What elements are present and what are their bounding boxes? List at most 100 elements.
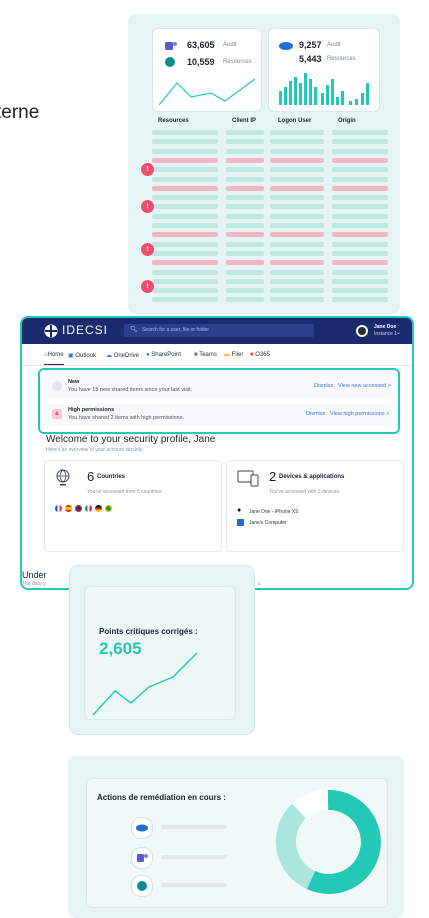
table-cell — [152, 278, 218, 284]
device-item-computer[interactable]: Jane's Computer — [249, 520, 287, 526]
table-cell — [226, 260, 264, 266]
alert-new-dismiss[interactable]: Dismiss — [314, 383, 333, 389]
flag-uk-icon — [75, 505, 82, 512]
remediation-bar-2 — [161, 855, 227, 859]
devices-label: Devices & applications — [279, 474, 345, 480]
table-cell — [226, 167, 264, 173]
resources-value: 10,559 — [187, 57, 215, 67]
table-cell — [332, 167, 388, 173]
under-title: Under — [22, 570, 47, 580]
table-cell — [332, 269, 388, 275]
warning-badge-icon[interactable]: ! — [141, 163, 154, 176]
warning-icon: ▲ — [52, 409, 62, 419]
alerts-box: New You have 15 new shared items since y… — [38, 368, 400, 434]
device-item-iphone[interactable]: Jane Doe - iPhone XS — [249, 509, 298, 515]
resources-value-2: 5,443 — [299, 54, 322, 64]
table-cell — [226, 269, 264, 275]
table-cell — [152, 269, 218, 275]
nav-onedrive[interactable]: ☁ OneDrive — [106, 352, 139, 359]
chevron-down-icon[interactable]: ⌄ — [396, 329, 401, 336]
remediation-panel: Actions de remédiation en cours : — [68, 756, 404, 918]
table-cell — [152, 185, 218, 191]
table-cell — [270, 204, 324, 210]
remediation-title: Actions de remédiation en cours : — [97, 793, 226, 802]
under-tail: s — [258, 581, 261, 587]
office-icon: ■ — [250, 352, 254, 358]
remediation-donut-chart — [275, 789, 381, 894]
table-cell — [270, 288, 324, 294]
table-cell — [270, 241, 324, 247]
onedrive-action-icon — [131, 817, 153, 839]
table-cell — [270, 278, 324, 284]
table-cell — [332, 176, 388, 182]
table-cell — [226, 157, 264, 163]
teams-action-icon — [131, 847, 153, 869]
table-cell — [332, 297, 388, 303]
table-cell — [270, 130, 324, 135]
countries-card[interactable]: 6 Countries You've accessed from 6 count… — [44, 460, 222, 552]
table-cell — [270, 223, 324, 228]
teams-icon — [165, 42, 177, 50]
table-cell — [332, 185, 388, 191]
table-cell — [152, 213, 218, 219]
table-cell — [332, 260, 388, 266]
app-logo-text: IDECSI — [62, 323, 109, 337]
table-cell — [152, 297, 218, 303]
table-cell — [226, 223, 264, 228]
audit-line-chart — [159, 78, 255, 106]
welcome-subtitle: Here's an overview of your account secur… — [46, 447, 143, 453]
remediation-card: Actions de remédiation en cours : — [86, 778, 388, 908]
col-logon-user: Logon User — [278, 118, 312, 124]
welcome-title: Welcome to your security profile, Jane — [46, 434, 216, 445]
table-cell — [226, 148, 264, 154]
table-cell — [270, 167, 324, 173]
search-icon: 🔍︎ — [130, 327, 138, 333]
avatar[interactable] — [356, 325, 368, 337]
table-cell — [226, 297, 264, 303]
table-cell — [270, 148, 324, 154]
table-cell — [270, 195, 324, 201]
warning-badge-icon[interactable]: ! — [141, 280, 154, 293]
remediation-bar-1 — [161, 825, 227, 829]
warning-badge-icon[interactable]: ! — [141, 200, 154, 213]
idecsi-logo-icon — [44, 324, 58, 338]
points-card: Points critiques corrigés : 2,605 — [84, 586, 236, 720]
countries-desc: You've accessed from 6 countries. — [87, 489, 163, 495]
table-cell — [152, 139, 218, 145]
nav-outlook[interactable]: ▣ Outlook — [68, 352, 96, 359]
alert-new-desc: You have 15 new shared items since your … — [68, 387, 193, 393]
nav-sharepoint[interactable]: ● SharePoint — [146, 352, 181, 358]
table-cell — [152, 176, 218, 182]
table-cell — [226, 204, 264, 210]
nav-home[interactable]: ⌂Home — [44, 352, 64, 358]
warning-badge-icon[interactable]: ! — [141, 243, 154, 256]
table-cell — [152, 195, 218, 201]
onedrive-icon: ☁ — [106, 353, 112, 359]
devices-count: 2 — [269, 469, 277, 484]
stats-card-audit: 63,605 Audit 10,559 Resources — [152, 28, 262, 112]
table-cell — [152, 204, 218, 210]
table-cell — [332, 204, 388, 210]
audit-table-rows — [152, 130, 392, 312]
nav-filer[interactable]: ▬ Filer — [224, 352, 243, 358]
teams-icon: ■ — [194, 352, 198, 358]
audit-panel: 63,605 Audit 10,559 Resources 9,257 Audi… — [128, 14, 400, 314]
flag-italy-icon — [85, 505, 92, 512]
alert-high-action[interactable]: View high permissions > — [330, 411, 389, 417]
onedrive-icon — [279, 42, 293, 50]
user-tenant[interactable]: Instance 1 — [374, 331, 397, 337]
table-cell — [226, 130, 264, 135]
resources-label-2: Resources — [327, 56, 356, 62]
table-cell — [332, 278, 388, 284]
search-placeholder: Search for a user, file or folder — [142, 327, 209, 333]
table-cell — [152, 232, 218, 238]
table-cell — [270, 139, 324, 145]
alert-high-dismiss[interactable]: Dismiss — [306, 411, 325, 417]
search-box[interactable]: 🔍︎ Search for a user, file or folder — [124, 324, 314, 337]
alert-new-action[interactable]: View new accessed > — [338, 383, 391, 389]
flag-brazil-icon — [105, 505, 112, 512]
nav-o365[interactable]: ■ O365 — [250, 352, 270, 358]
nav-teams[interactable]: ■ Teams — [194, 352, 217, 358]
devices-card[interactable]: 2 Devices & applications You've accessed… — [226, 460, 404, 552]
table-cell — [270, 185, 324, 191]
